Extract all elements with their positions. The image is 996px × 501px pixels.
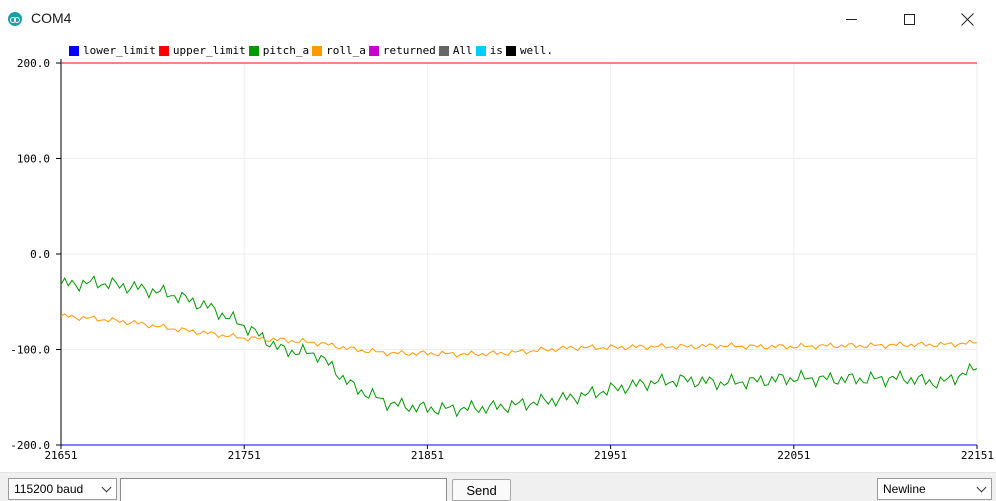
window-title: COM4 (31, 10, 72, 26)
message-input[interactable] (120, 478, 447, 501)
line-ending-select[interactable]: Newline (877, 478, 992, 500)
maximize-button[interactable] (880, 0, 938, 38)
legend-label: roll_a (326, 44, 366, 57)
y-tick-label: 100.0 (17, 153, 50, 166)
legend-item: is (475, 44, 503, 57)
minimize-button[interactable] (822, 0, 880, 38)
x-tick-label: 22151 (961, 449, 994, 462)
legend-item: well. (505, 44, 554, 57)
title-bar: COM4 (0, 0, 996, 38)
plot-canvas: 200.0100.00.0-100.0-200.021651 21751 21851… (10, 57, 994, 462)
x-tick-label: 21851 (411, 449, 444, 462)
close-button[interactable] (938, 0, 996, 38)
legend-item: roll_a (312, 44, 366, 57)
series-line-roll-a (60, 313, 978, 358)
legend-swatch (438, 45, 449, 56)
legend-item: upper_limit (158, 44, 246, 57)
legend-swatch (475, 45, 486, 56)
legend-item: returned (368, 44, 436, 57)
bottom-toolbar: 115200 baud Send Newline (0, 472, 996, 501)
x-tick-label: 21951 (594, 449, 627, 462)
legend-item: pitch_a (248, 44, 310, 57)
baud-rate-select[interactable]: 115200 baud (8, 478, 117, 500)
legend-swatch (248, 45, 259, 56)
chevron-down-icon (101, 482, 112, 493)
legend-label: well. (519, 44, 554, 57)
baud-rate-value: 115200 baud (14, 482, 84, 496)
legend-swatch (312, 45, 323, 56)
legend: lower_limit upper_limit pitch_a roll_a retur… (69, 44, 556, 57)
legend-swatch (505, 45, 516, 56)
arduino-icon (8, 12, 22, 26)
x-tick-label: 21651 (44, 449, 77, 462)
y-tick-label: -100.0 (10, 344, 50, 357)
x-tick-label: 21751 (228, 449, 261, 462)
x-tick-label: 22051 (777, 449, 810, 462)
legend-swatch (69, 45, 79, 56)
legend-label: upper_limit (172, 44, 246, 57)
maximize-icon (903, 13, 915, 25)
legend-item: lower_limit (69, 44, 156, 57)
send-button[interactable]: Send (452, 479, 511, 501)
legend-swatch (368, 45, 379, 56)
y-tick-label: 200.0 (17, 57, 50, 70)
legend-swatch (158, 45, 169, 56)
legend-label: returned (382, 44, 436, 57)
legend-item: All (438, 44, 473, 57)
chevron-down-icon (976, 482, 987, 493)
close-icon (961, 13, 974, 26)
serial-plotter-chart: 200.0 100.0 0.0 -100.0 -200.0 21651 21751 21851… (0, 38, 996, 472)
legend-label: All (452, 44, 473, 57)
y-tick-label: 0.0 (30, 248, 50, 261)
legend-label: lower_limit (83, 44, 156, 57)
legend-label: pitch_a (262, 44, 310, 57)
line-ending-value: Newline (883, 482, 926, 496)
minimize-icon (845, 18, 857, 20)
legend-label: is (489, 44, 503, 57)
